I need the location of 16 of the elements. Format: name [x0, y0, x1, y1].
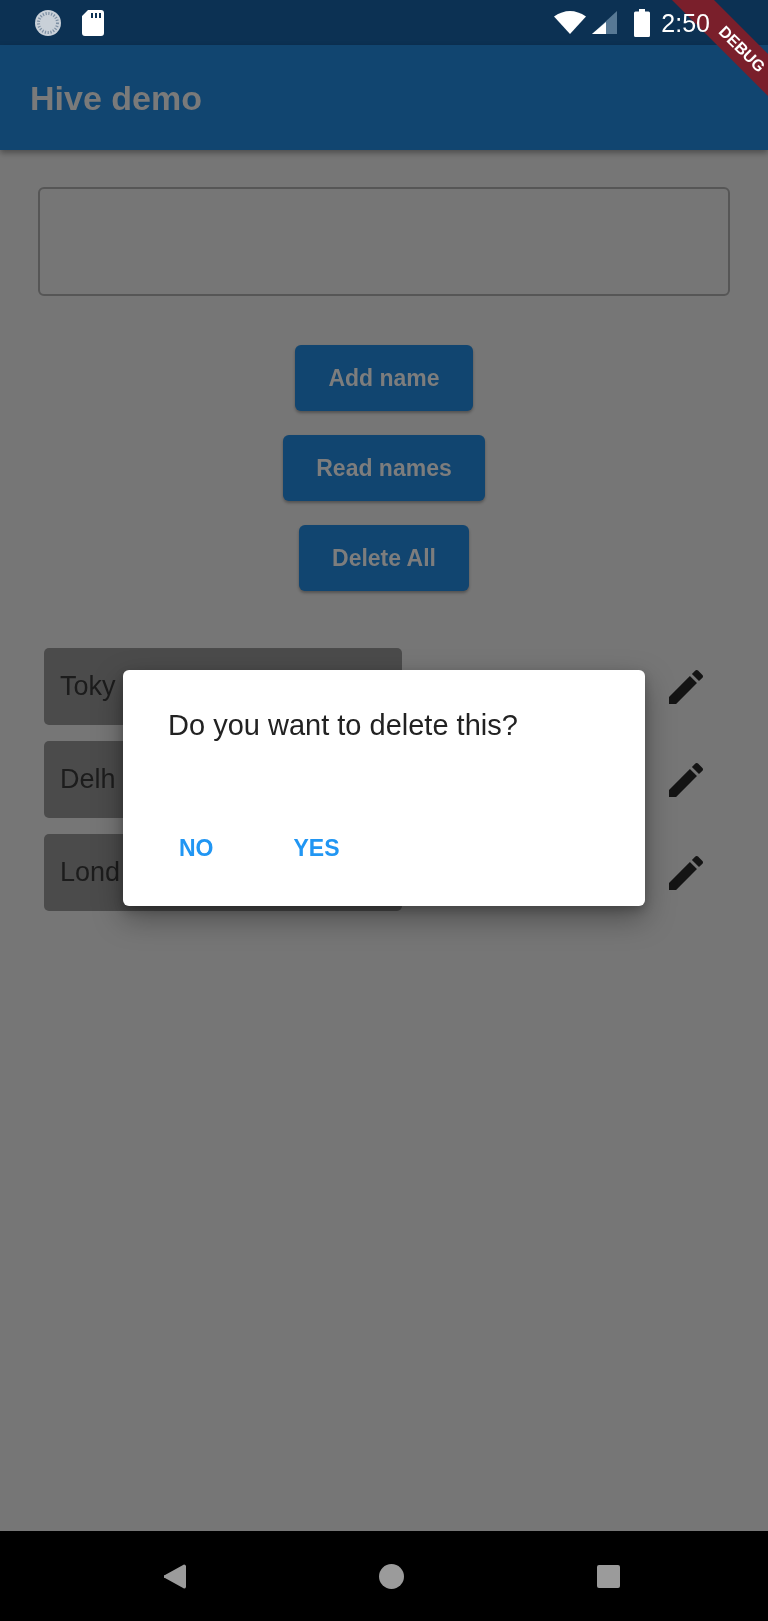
recent-apps-icon[interactable] — [597, 1564, 620, 1588]
action-button[interactable]: Add name — [295, 345, 473, 411]
pencil-icon[interactable] — [669, 762, 703, 797]
dotted-circle-icon — [34, 8, 62, 37]
home-icon[interactable] — [379, 1563, 404, 1589]
sd-card-icon — [82, 9, 104, 36]
app-title: Hive demo — [30, 77, 202, 118]
action-button[interactable]: Delete All — [299, 525, 469, 591]
text-input-field[interactable] — [38, 187, 730, 296]
signal-icon — [592, 11, 618, 34]
pencil-icon[interactable] — [669, 669, 703, 704]
wifi-icon — [554, 11, 587, 34]
battery-icon — [634, 8, 651, 37]
back-icon[interactable] — [164, 1563, 186, 1589]
pencil-icon[interactable] — [669, 855, 703, 890]
action-button[interactable]: Read names — [283, 435, 485, 501]
